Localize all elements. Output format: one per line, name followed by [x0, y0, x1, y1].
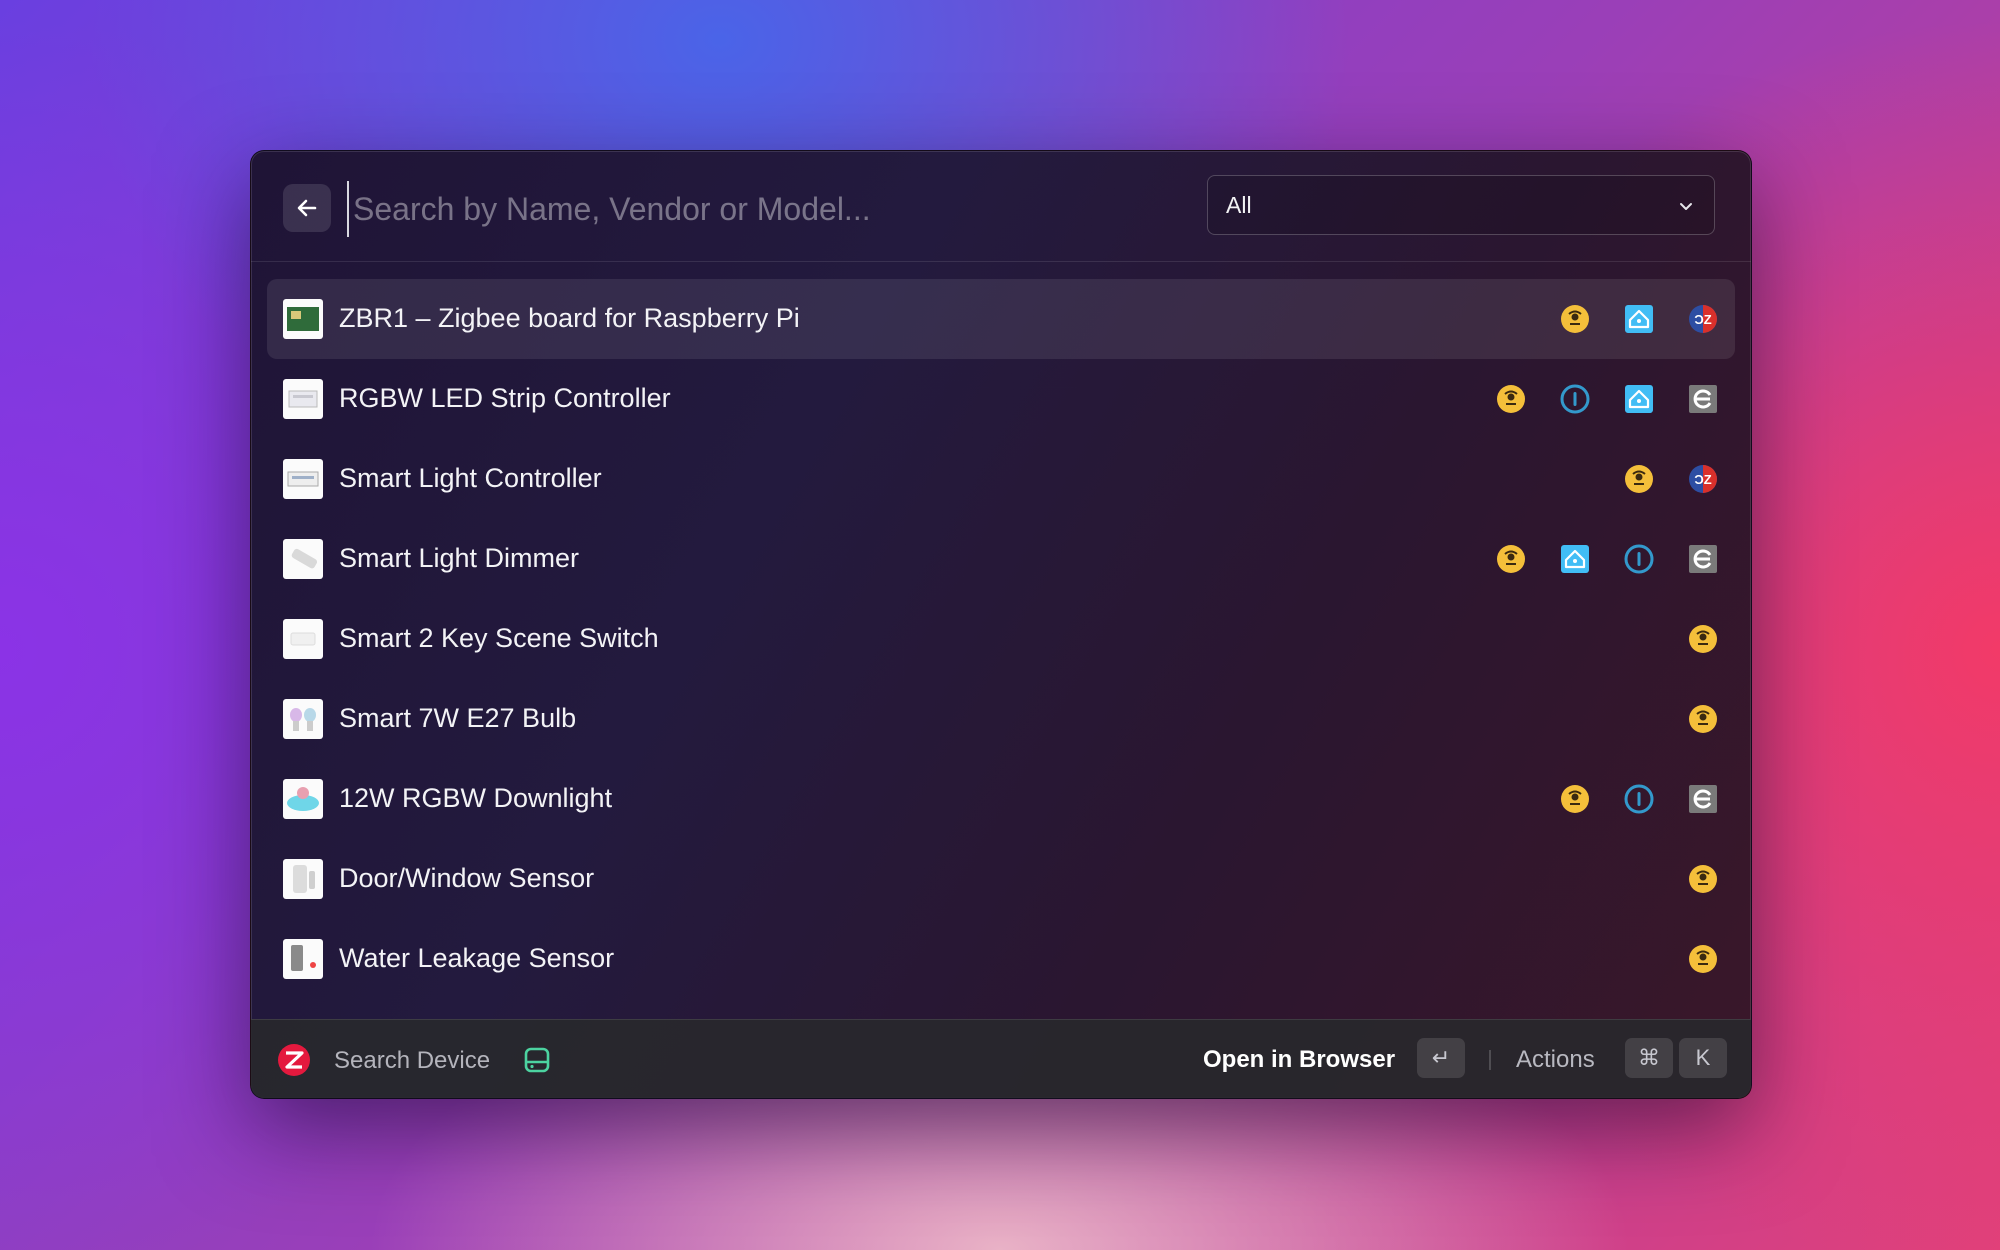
chevron-down-icon [1680, 203, 1692, 210]
mqtt-icon [1561, 785, 1589, 813]
home-assistant-icon [1625, 385, 1653, 413]
device-name: Smart 2 Key Scene Switch [339, 623, 659, 653]
device-name: Smart Light Dimmer [339, 543, 580, 573]
device-name: ZBR1 – Zigbee board for Raspberry Pi [339, 303, 800, 333]
iobroker-icon [1560, 384, 1590, 414]
device-name: Door/Window Sensor [339, 863, 595, 893]
mqtt-icon [1689, 945, 1717, 973]
mqtt-icon [1625, 465, 1653, 493]
mqtt-icon [1497, 545, 1525, 573]
device-row[interactable]: Smart Light Controller ƆZ [267, 439, 1735, 519]
back-button[interactable] [283, 184, 331, 232]
open-in-browser-button[interactable]: Open in Browser [1203, 1046, 1395, 1074]
svg-text:ƆZ: ƆZ [1694, 472, 1711, 487]
home-assistant-icon [1561, 545, 1589, 573]
mqtt-icon [1497, 385, 1525, 413]
mqtt-icon [1689, 865, 1717, 893]
search-bar: All [251, 151, 1751, 262]
device-thumbnail [283, 379, 323, 419]
device-row[interactable]: ZBR1 – Zigbee board for Raspberry Pi ƆZ [267, 279, 1735, 359]
home-assistant-icon [1625, 305, 1653, 333]
device-thumbnail [283, 939, 323, 979]
device-row[interactable]: Door/Window Sensor [267, 839, 1735, 919]
esphome-icon [1689, 545, 1717, 573]
mqtt-icon [1689, 625, 1717, 653]
integration-icons: ƆZ [1623, 463, 1719, 495]
device-thumbnail [283, 539, 323, 579]
divider [1489, 1050, 1491, 1070]
k-key-badge: K [1679, 1038, 1727, 1078]
device-thumbnail [283, 859, 323, 899]
integration-icons [1687, 703, 1719, 735]
device-thumbnail [283, 299, 323, 339]
command-title: Search Device [334, 1047, 491, 1074]
device-list: ZBR1 – Zigbee board for Raspberry Pi ƆZ RG… [267, 279, 1735, 999]
arrow-left-icon [297, 199, 317, 217]
device-row[interactable]: Smart 2 Key Scene Switch [267, 599, 1735, 679]
iobroker-icon [1624, 544, 1654, 574]
mqtt-icon [1561, 305, 1589, 333]
integration-icons [1559, 783, 1719, 815]
device-row[interactable]: RGBW LED Strip Controller [267, 359, 1735, 439]
integration-icons [1495, 543, 1719, 575]
device-name: Smart 7W E27 Bulb [339, 703, 577, 733]
integration-icons [1687, 863, 1719, 895]
action-bar: Search Device Open in Browser ↵ Actions … [251, 1019, 1751, 1098]
device-thumbnail [283, 779, 323, 819]
filter-dropdown[interactable]: All [1207, 175, 1715, 235]
device-name: RGBW LED Strip Controller [339, 383, 671, 413]
search-input[interactable] [347, 181, 1175, 237]
device-thumbnail [283, 459, 323, 499]
integration-icons [1687, 623, 1719, 655]
actions-button[interactable]: Actions [1516, 1046, 1595, 1074]
deconz-icon: ƆZ [1689, 465, 1717, 493]
iobroker-icon [1624, 784, 1654, 814]
esphome-icon [1689, 785, 1717, 813]
command-key-badge: ⌘ [1625, 1038, 1673, 1078]
deconz-icon: ƆZ [1689, 305, 1717, 333]
integration-icons [1495, 383, 1719, 415]
filter-value: All [1226, 192, 1252, 218]
integration-icons [1687, 943, 1719, 975]
hard-drive-icon [524, 1047, 550, 1073]
device-search-window: All ZBR1 – Zigbee board for Raspberry Pi… [250, 150, 1752, 1099]
device-row[interactable]: Water Leakage Sensor [267, 919, 1735, 999]
enter-key-badge: ↵ [1417, 1038, 1465, 1078]
device-row[interactable]: Smart Light Dimmer [267, 519, 1735, 599]
device-row[interactable]: Smart 7W E27 Bulb [267, 679, 1735, 759]
integration-icons: ƆZ [1559, 303, 1719, 335]
svg-text:ƆZ: ƆZ [1694, 312, 1711, 327]
device-thumbnail [283, 699, 323, 739]
device-name: Smart Light Controller [339, 463, 602, 493]
device-thumbnail [283, 619, 323, 659]
device-name: Water Leakage Sensor [339, 943, 615, 973]
device-row[interactable]: 12W RGBW Downlight [267, 759, 1735, 839]
device-name: 12W RGBW Downlight [339, 783, 613, 813]
mqtt-icon [1689, 705, 1717, 733]
esphome-icon [1689, 385, 1717, 413]
zigbee-logo-icon [278, 1044, 310, 1076]
